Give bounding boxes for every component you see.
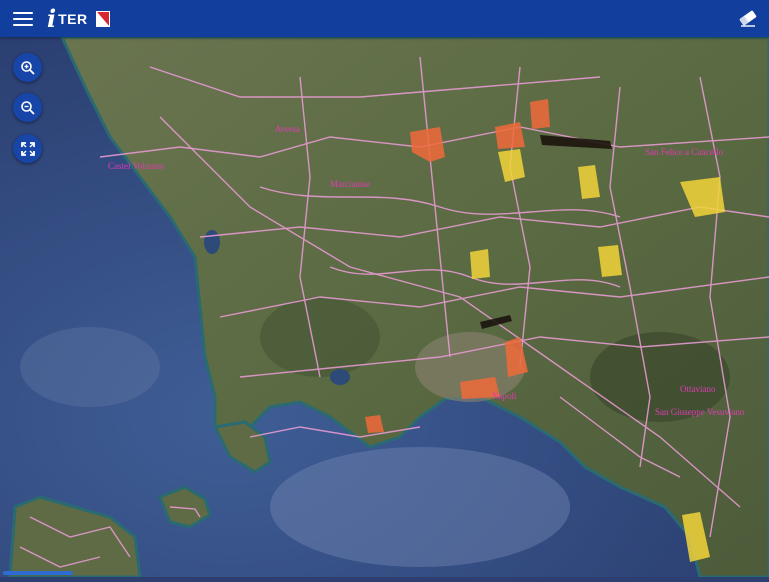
cloud xyxy=(20,327,160,407)
place-label-aversa: Aversa xyxy=(275,124,300,134)
place-label-napoli: Napoli xyxy=(492,391,517,401)
zone-yellow[interactable] xyxy=(598,245,622,277)
lake xyxy=(204,230,220,254)
campania-flag-icon xyxy=(95,10,110,27)
place-label-ottaviano: Ottaviano xyxy=(680,384,716,394)
zone-orange[interactable] xyxy=(530,99,550,129)
place-label-castel-volturno: Castel Volturno xyxy=(108,161,164,171)
zoom-in-button[interactable] xyxy=(13,53,42,82)
app-logo[interactable]: i TER xyxy=(47,3,110,33)
logo-text: TER xyxy=(58,10,88,27)
satellite-map[interactable]: Castel Volturno San Felice a Cancello Ma… xyxy=(0,35,769,579)
hamburger-menu-icon[interactable] xyxy=(13,11,33,26)
top-app-bar: i TER xyxy=(0,0,769,37)
zoom-out-button[interactable] xyxy=(13,93,42,122)
place-label-san-giuseppe: San Giuseppe Vesuviano xyxy=(655,407,745,417)
fullscreen-button[interactable] xyxy=(13,134,42,163)
fullscreen-icon xyxy=(20,141,35,156)
map-canvas[interactable]: Castel Volturno San Felice a Cancello Ma… xyxy=(0,35,769,579)
lake xyxy=(330,369,350,385)
scroll-indicator[interactable] xyxy=(3,571,73,575)
logo-letter: i xyxy=(47,3,57,33)
eraser-icon[interactable] xyxy=(737,8,759,28)
place-label-san-felice: San Felice a Cancello xyxy=(645,147,724,157)
cloud xyxy=(270,447,570,567)
zoom-in-icon xyxy=(20,60,35,75)
zoom-out-icon xyxy=(20,100,35,115)
zone-yellow[interactable] xyxy=(470,249,490,279)
place-label-marcianise: Marcianise xyxy=(330,179,370,189)
